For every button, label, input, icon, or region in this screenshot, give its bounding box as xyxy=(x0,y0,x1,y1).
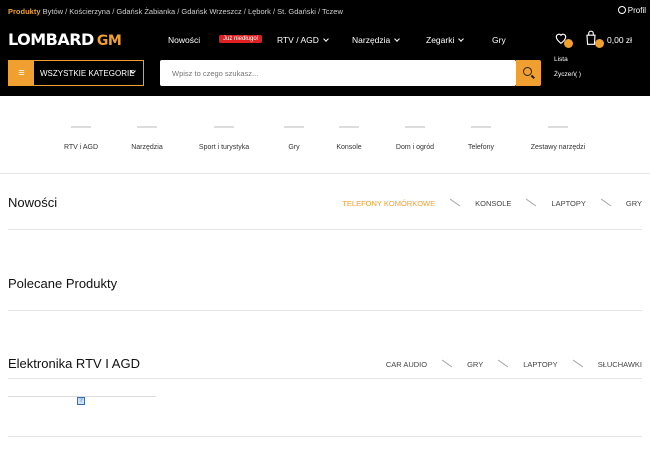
section-tabs: TELEFONY KOMÓRKOWE KONSOLE LAPTOPY GRY xyxy=(342,198,642,208)
all-categories-button[interactable]: ≡ WSZYSTKIE KATEGORIE xyxy=(8,60,144,86)
nav-item-label: Narzędzia xyxy=(352,35,391,45)
category-tile[interactable]: Narzędzia xyxy=(117,96,177,174)
tab-telefony[interactable]: TELEFONY KOMÓRKOWE xyxy=(342,199,435,208)
category-thumbnail xyxy=(214,126,234,128)
category-name: Telefony xyxy=(467,144,495,151)
category-tile[interactable]: Zestawy narzędzi xyxy=(524,96,592,174)
main-navbar: LOMBARD GM Nowości Już niedługo! RTV / AG… xyxy=(0,22,650,96)
category-name: RTV i AGD xyxy=(63,144,99,151)
tab-sluchawki[interactable]: SŁUCHAWKI xyxy=(598,360,642,369)
nav-item-gry[interactable]: Gry xyxy=(492,35,506,45)
category-tile[interactable]: Telefony xyxy=(459,96,503,174)
search-box xyxy=(160,60,516,86)
cart-count-badge xyxy=(595,39,604,48)
category-tile[interactable]: Sport i turystyka xyxy=(189,96,259,174)
logo-text: LOMBARD xyxy=(8,30,94,49)
tab-konsole[interactable]: KONSOLE xyxy=(475,199,511,208)
all-categories-label: WSZYSTKIE KATEGORIE xyxy=(40,69,135,78)
tab-separator xyxy=(572,359,583,368)
category-tile[interactable]: RTV i AGD xyxy=(51,96,111,174)
profile-link[interactable]: Profil xyxy=(617,6,646,15)
section-electronics: Elektronika RTV I AGD CAR AUDIO GRY LAPTOP… xyxy=(8,356,642,380)
chevron-down-icon xyxy=(394,36,401,42)
search-input[interactable] xyxy=(160,60,516,86)
section-featured: Polecane Produkty xyxy=(8,276,642,312)
section-divider xyxy=(8,229,642,230)
category-name: Gry xyxy=(288,144,300,151)
section-divider xyxy=(8,436,642,437)
cart-total[interactable]: 0,00 zł xyxy=(607,35,632,45)
category-thumbnail xyxy=(548,126,568,128)
nav-item-label: RTV / AGD xyxy=(277,35,319,45)
location-links[interactable]: Produkty Bytów / Kościerzyna / Gdańsk Ża… xyxy=(8,7,343,16)
category-thumbnail xyxy=(137,126,157,128)
products-link[interactable]: Produkty xyxy=(8,7,41,16)
section-divider xyxy=(8,310,642,311)
tab-separator xyxy=(600,198,612,207)
section-new-products: Nowości TELEFONY KOMÓRKOWE KONSOLE LAPTOPY… xyxy=(8,195,642,231)
broken-image-icon: ? xyxy=(77,397,85,405)
nav-item-zegarki[interactable]: Zegarki xyxy=(426,35,465,45)
nav-item-narzedzia[interactable]: Narzędzia xyxy=(352,35,401,45)
category-name: Sport i turystyka xyxy=(198,144,250,151)
category-thumbnail xyxy=(71,126,91,128)
tab-car-audio[interactable]: CAR AUDIO xyxy=(386,360,427,369)
logo-suffix: GM xyxy=(96,33,122,49)
category-name: Narzędzia xyxy=(131,144,163,151)
nav-item-label: Gry xyxy=(492,35,506,45)
menu-icon: ≡ xyxy=(9,61,34,85)
category-thumbnail xyxy=(471,126,491,128)
top-info-bar: Produkty Bytów / Kościerzyna / Gdańsk Ża… xyxy=(0,0,650,22)
product-card[interactable]: ? xyxy=(8,396,156,436)
section-title: Nowości xyxy=(8,195,58,210)
section-title: Elektronika RTV I AGD xyxy=(8,356,140,371)
tab-gry[interactable]: GRY xyxy=(467,360,483,369)
category-tile[interactable]: Konsole xyxy=(327,96,371,174)
site-logo[interactable]: LOMBARD GM xyxy=(8,30,122,49)
category-thumbnail xyxy=(284,126,304,128)
section-divider xyxy=(8,378,642,379)
category-thumbnail xyxy=(405,126,425,128)
category-tile[interactable]: Gry xyxy=(272,96,316,174)
tab-separator xyxy=(449,198,461,207)
nav-item-label: Zegarki xyxy=(426,35,455,45)
tab-separator xyxy=(526,198,537,207)
chevron-down-icon xyxy=(323,36,329,42)
category-thumbnail xyxy=(339,126,359,128)
tab-laptopy[interactable]: LAPTOPY xyxy=(551,199,585,208)
nav-item-rtv-agd[interactable]: RTV / AGD xyxy=(277,35,329,45)
category-name: Zestawy narzędzi xyxy=(530,144,586,151)
search-button[interactable] xyxy=(516,60,541,86)
category-name: Konsole xyxy=(336,144,362,151)
tab-laptopy[interactable]: LAPTOPY xyxy=(523,360,557,369)
locations-list[interactable]: Bytów / Kościerzyna / Gdańsk Żabianka / … xyxy=(43,7,343,16)
wishlist-label[interactable]: Lista Życzeń( ) xyxy=(554,52,584,82)
section-tabs: CAR AUDIO GRY LAPTOPY SŁUCHAWKI xyxy=(386,359,642,369)
tab-separator xyxy=(441,359,453,368)
nav-item-label: Nowości xyxy=(168,35,201,45)
category-name: Dom i ogród xyxy=(395,144,435,151)
tab-separator xyxy=(498,359,509,368)
category-tile[interactable]: Dom i ogród xyxy=(385,96,445,174)
wishlist-count-badge xyxy=(564,39,573,48)
nav-item-nowosci[interactable]: Nowości xyxy=(168,35,200,45)
section-title: Polecane Produkty xyxy=(8,276,118,291)
tab-gry[interactable]: GRY xyxy=(626,199,642,208)
category-strip: RTV i AGD Narzędzia Sport i turystyka Gr… xyxy=(0,96,650,174)
search-icon xyxy=(523,67,532,76)
profile-label: Profil xyxy=(627,6,646,15)
chevron-down-icon xyxy=(458,36,465,42)
promo-badge: Już niedługo! xyxy=(219,35,263,43)
user-icon xyxy=(617,6,626,14)
